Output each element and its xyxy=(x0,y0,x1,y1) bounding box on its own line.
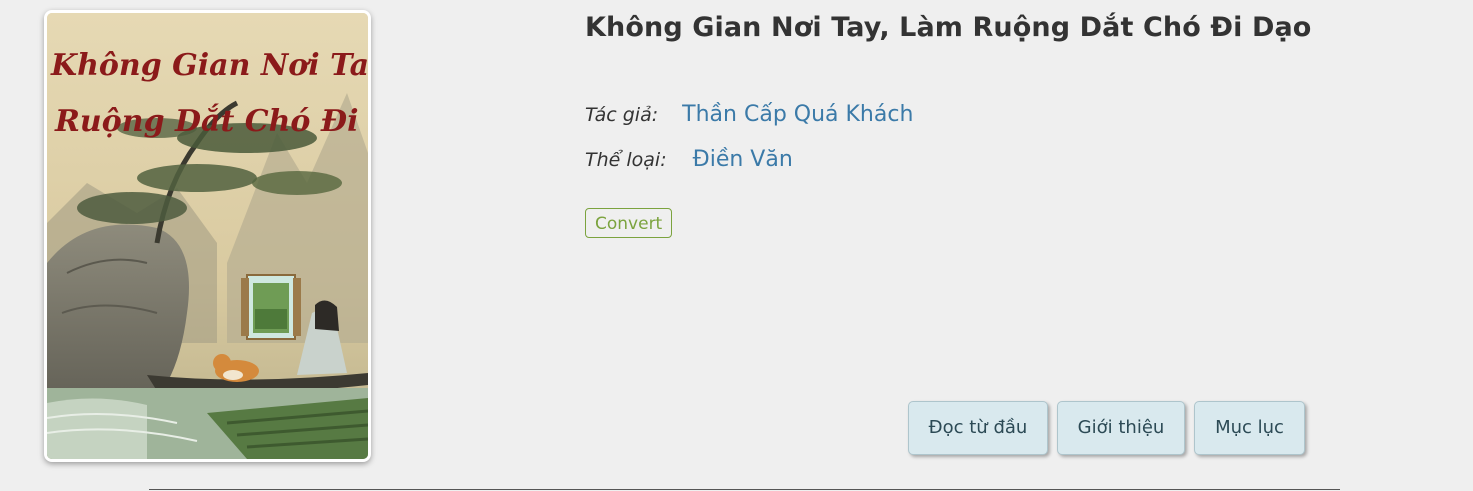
genre-row: Thể loại: Điền Văn xyxy=(585,147,793,172)
introduction-button[interactable]: Giới thiệu xyxy=(1057,401,1185,455)
genre-link[interactable]: Điền Văn xyxy=(693,147,793,172)
cover-title-line1: Không Gian Nơi Tay Làm xyxy=(50,48,368,83)
convert-badge: Convert xyxy=(585,208,673,238)
read-from-start-button[interactable]: Đọc từ đầu xyxy=(908,401,1048,455)
author-label: Tác giả: xyxy=(585,104,659,126)
author-link[interactable]: Thần Cấp Quá Khách xyxy=(682,102,913,127)
cover-title-line2: Ruộng Dắt Chó Đi Dạo xyxy=(54,103,368,139)
cover-illustration: Không Gian Nơi Tay Làm Ruộng Dắt Chó Đi … xyxy=(47,13,368,459)
book-cover-image[interactable]: Không Gian Nơi Tay Làm Ruộng Dắt Chó Đi … xyxy=(44,10,371,462)
table-of-contents-button[interactable]: Mục lục xyxy=(1194,401,1305,455)
section-divider xyxy=(149,489,1340,490)
book-detail-page: Không Gian Nơi Tay Làm Ruộng Dắt Chó Đi … xyxy=(0,0,1473,491)
genre-label: Thể loại: xyxy=(585,149,667,171)
book-title: Không Gian Nơi Tay, Làm Ruộng Dắt Chó Đi… xyxy=(585,12,1312,43)
author-row: Tác giả: Thần Cấp Quá Khách xyxy=(585,102,913,127)
